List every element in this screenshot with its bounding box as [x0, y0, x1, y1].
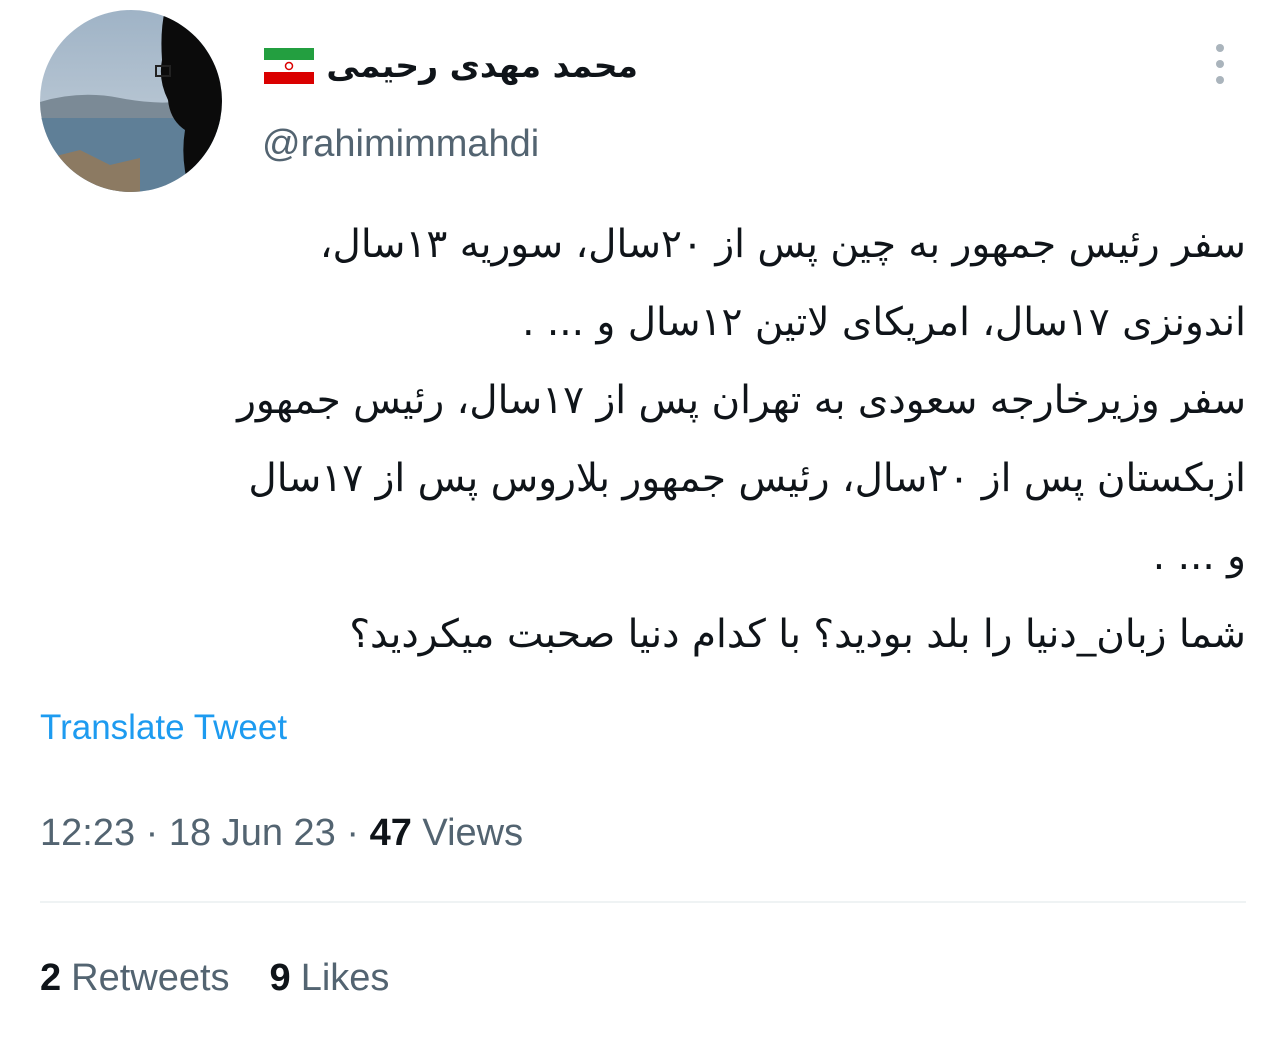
- retweets-stat[interactable]: 2 Retweets: [40, 953, 230, 1003]
- translate-tweet-link[interactable]: Translate Tweet: [40, 706, 287, 750]
- engagement-stats: 2 Retweets 9 Likes: [40, 953, 389, 1003]
- tweet-line: و ... .: [1152, 534, 1246, 579]
- likes-label: Likes: [300, 957, 390, 999]
- tweet-time[interactable]: 12:23: [40, 812, 135, 854]
- tweet-line: شما زبان_دنیا را بلد بودید؟ با کدام دنیا…: [349, 612, 1246, 657]
- retweets-label: Retweets: [71, 957, 230, 999]
- tweet-line: ازبکستان پس از ۲۰سال، رئیس جمهور بلاروس …: [248, 456, 1246, 501]
- meta-separator: ·: [145, 812, 159, 854]
- avatar-image: [40, 10, 222, 192]
- likes-count: 9: [269, 957, 291, 999]
- likes-stat[interactable]: 9 Likes: [270, 953, 390, 1003]
- views-label: Views: [422, 812, 524, 854]
- tweet-line: اندونزی ۱۷سال، امریکای لاتین ۱۲سال و ...…: [522, 300, 1246, 345]
- avatar[interactable]: [40, 10, 222, 192]
- more-options-icon[interactable]: [1206, 40, 1234, 88]
- meta-separator: ·: [346, 812, 360, 854]
- divider: [40, 901, 1246, 903]
- tweet-line: سفر رئیس جمهور به چین پس از ۲۰سال، سوریه…: [319, 222, 1246, 267]
- iran-flag-icon: [264, 48, 315, 84]
- views-count: 47: [369, 812, 412, 854]
- author-handle[interactable]: @rahimimmahdi: [262, 120, 539, 168]
- retweets-count: 2: [40, 957, 62, 999]
- tweet-line: سفر وزیرخارجه سعودی به تهران پس از ۱۷سال…: [237, 378, 1246, 423]
- tweet-date[interactable]: 18 Jun 23: [169, 812, 336, 854]
- tweet-text: سفر رئیس جمهور به چین پس از ۲۰سال، سوریه…: [40, 206, 1246, 674]
- tweet-meta: 12:23 · 18 Jun 23 · 47 Views: [40, 808, 523, 858]
- display-name[interactable]: محمد مهدی رحیمی: [326, 42, 638, 90]
- author-name-row[interactable]: محمد مهدی رحیمی: [264, 42, 638, 90]
